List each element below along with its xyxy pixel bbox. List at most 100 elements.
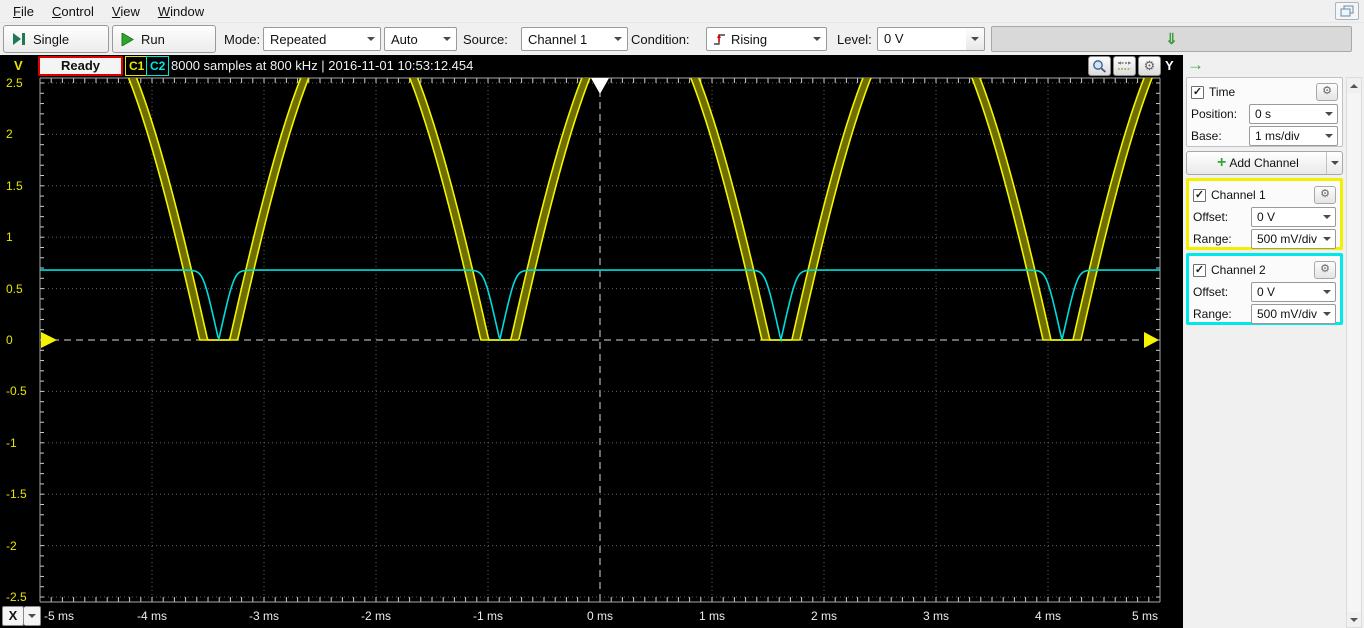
run-button[interactable]: Run — [112, 25, 216, 53]
channel1-header: ✓ Channel 1 ⚙ — [1193, 184, 1336, 206]
chevron-down-icon — [438, 28, 456, 50]
add-channel-dropdown[interactable] — [1326, 152, 1342, 174]
mode-label: Mode: — [224, 32, 261, 47]
trigger-mode-value: Auto — [391, 31, 418, 47]
x-tick-label: -5 ms — [44, 609, 74, 623]
x-axis-button[interactable]: X — [2, 606, 24, 626]
channel1-range-row: Range: 500 mV/div — [1193, 228, 1336, 250]
sidebar-scrollbar[interactable] — [1346, 77, 1362, 628]
trigger-level-marker — [1144, 332, 1159, 348]
channel1-gear-icon[interactable]: ⚙ — [1314, 186, 1336, 204]
x-axis-tick-labels: -5 ms -4 ms -3 ms -2 ms -1 ms 0 ms 1 ms 2 ms 3 m… — [0, 608, 1183, 624]
channel2-checkbox[interactable]: ✓ — [1193, 263, 1206, 277]
channel-offset-marker — [41, 332, 57, 348]
collapse-panel-arrow-icon[interactable]: → — [1187, 55, 1204, 75]
y-tick-label: 2 — [6, 127, 13, 142]
menu-file[interactable]: File — [4, 2, 43, 21]
trigger-position-arrow-icon: ⇓ — [1165, 30, 1178, 48]
plot-settings-button[interactable]: ⚙ — [1138, 56, 1161, 76]
y-tick-label: 2.5 — [6, 76, 23, 90]
status-badge: Ready — [38, 56, 123, 76]
add-channel-button[interactable]: + Add Channel — [1186, 151, 1343, 175]
dock-window-icon[interactable] — [1335, 2, 1359, 20]
waveforms-scope-window: File Control View Window Single Run Mode… — [0, 0, 1364, 628]
y-tick-label: -0.5 — [6, 384, 27, 399]
channel2-offset-value: 0 V — [1257, 285, 1276, 299]
offset-label: Offset: — [1193, 285, 1229, 299]
y-tick-label: 0 — [6, 333, 13, 347]
scroll-up-icon[interactable] — [1347, 78, 1361, 93]
x-tick-label: 0 ms — [586, 609, 613, 623]
chevron-down-icon — [362, 28, 380, 50]
trigger-source-value: Channel 1 — [528, 31, 588, 47]
single-acquisition-icon — [13, 33, 25, 45]
x-tick-label: 1 ms — [698, 609, 725, 623]
trigger-source-select[interactable]: Channel 1 — [521, 27, 628, 51]
channel1-checkbox[interactable]: ✓ — [1193, 188, 1206, 202]
acquisition-info-text: 8000 samples at 800 kHz | 2016-11-01 10:… — [171, 58, 474, 73]
condition-label: Condition: — [631, 32, 690, 47]
measure-button[interactable] — [1113, 56, 1136, 76]
trigger-level-input[interactable]: 0 V — [877, 27, 967, 51]
chevron-down-icon — [808, 28, 826, 50]
chevron-down-icon — [1319, 290, 1335, 294]
scroll-down-icon[interactable] — [1347, 612, 1361, 627]
time-checkbox[interactable]: ✓ — [1191, 85, 1204, 99]
x-tick-label: 3 ms — [922, 609, 949, 623]
run-play-icon — [121, 32, 134, 46]
trigger-condition-value: Rising — [731, 31, 768, 47]
channel2-range-select[interactable]: 500 mV/div — [1251, 304, 1336, 324]
control-sidebar: → ✓ Time ⚙ Position: 0 s Base: 1 ms/div — [1183, 55, 1364, 628]
x-axis-dropdown[interactable] — [24, 606, 41, 626]
trigger-position-marker — [591, 78, 609, 94]
menu-window[interactable]: Window — [149, 2, 213, 21]
time-panel-title: Time — [1209, 85, 1236, 99]
channel2-offset-row: Offset: 0 V — [1193, 281, 1336, 303]
run-button-label: Run — [141, 31, 165, 47]
y-tick-label: -1.5 — [6, 487, 27, 502]
chevron-down-icon — [1319, 312, 1335, 316]
chevron-down-icon — [609, 28, 627, 50]
channel2-gear-icon[interactable]: ⚙ — [1314, 261, 1336, 279]
channel2-range-value: 500 mV/div — [1257, 307, 1318, 321]
channel2-offset-select[interactable]: 0 V — [1251, 282, 1336, 302]
x-tick-label: 4 ms — [1034, 609, 1061, 623]
channel1-badge[interactable]: C1 — [125, 56, 149, 76]
time-panel: ✓ Time ⚙ Position: 0 s Base: 1 ms/div — [1186, 77, 1343, 147]
channel1-range-value: 500 mV/div — [1257, 232, 1318, 246]
mode-select[interactable]: Repeated — [263, 27, 381, 51]
channel1-title: Channel 1 — [1211, 188, 1266, 202]
trigger-level-dropdown[interactable] — [966, 27, 985, 51]
scope-display[interactable]: V Ready C1 C2 8000 samples at 800 kHz | … — [0, 55, 1183, 628]
channel2-badge[interactable]: C2 — [146, 56, 170, 76]
single-button[interactable]: Single — [3, 25, 109, 53]
menu-bar: File Control View Window — [0, 0, 1364, 22]
time-base-row: Base: 1 ms/div — [1191, 125, 1338, 147]
range-label: Range: — [1193, 307, 1232, 321]
channel2-range-row: Range: 500 mV/div — [1193, 303, 1336, 325]
waveform-plot[interactable] — [0, 77, 1183, 608]
menu-view[interactable]: View — [103, 2, 149, 21]
y-axis-button[interactable]: Y — [1165, 58, 1174, 73]
x-tick-label: -2 ms — [361, 609, 391, 623]
chevron-down-icon — [1319, 237, 1335, 241]
channel1-offset-row: Offset: 0 V — [1193, 206, 1336, 228]
level-label: Level: — [837, 32, 872, 47]
menu-control[interactable]: Control — [43, 2, 103, 21]
x-tick-label: 2 ms — [810, 609, 837, 623]
position-label: Position: — [1191, 107, 1238, 121]
time-panel-header: ✓ Time ⚙ — [1191, 81, 1338, 103]
trigger-mode-select[interactable]: Auto — [384, 27, 457, 51]
range-label: Range: — [1193, 232, 1232, 246]
offset-label: Offset: — [1193, 210, 1229, 224]
time-gear-icon[interactable]: ⚙ — [1316, 83, 1338, 101]
trigger-condition-select[interactable]: Rising — [706, 27, 827, 51]
v-axis-unit-label: V — [14, 58, 23, 73]
y-tick-label: 1.5 — [6, 178, 23, 193]
channel1-range-select[interactable]: 500 mV/div — [1251, 229, 1336, 249]
time-position-select[interactable]: 0 s — [1249, 104, 1338, 124]
x-tick-label: 5 ms — [1131, 609, 1158, 623]
zoom-button[interactable] — [1088, 56, 1111, 76]
channel1-offset-select[interactable]: 0 V — [1251, 207, 1336, 227]
time-base-select[interactable]: 1 ms/div — [1249, 126, 1338, 146]
